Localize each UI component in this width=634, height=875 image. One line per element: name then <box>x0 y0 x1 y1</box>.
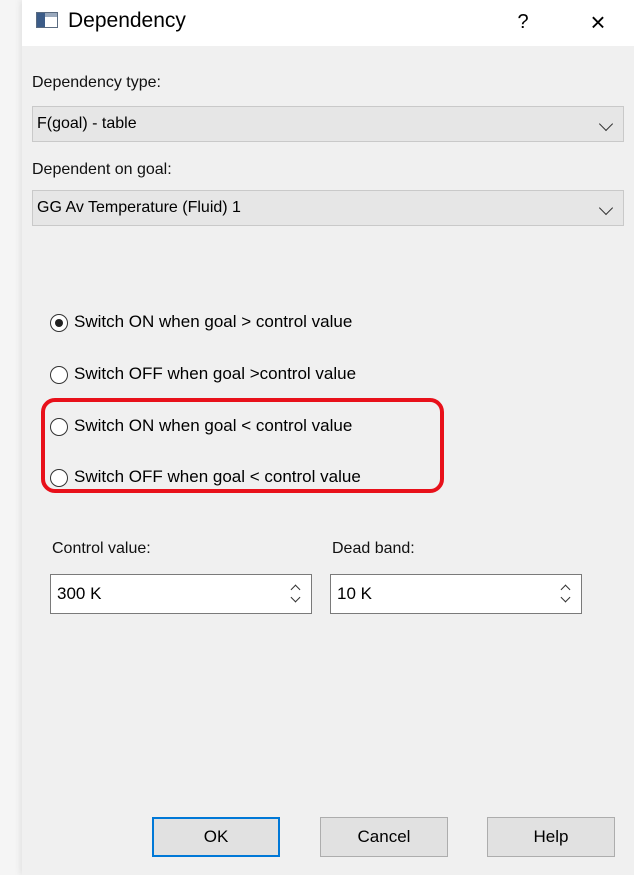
dependent-goal-value: GG Av Temperature (Fluid) 1 <box>37 199 241 216</box>
control-value-input[interactable]: 300 K <box>57 584 101 604</box>
cancel-button[interactable]: Cancel <box>320 817 448 857</box>
radio-button-icon[interactable] <box>50 366 68 384</box>
chevron-down-icon <box>598 200 614 216</box>
dependent-goal-select[interactable]: GG Av Temperature (Fluid) 1 <box>32 190 624 226</box>
help-question-button[interactable]: ? <box>506 6 540 38</box>
dead-band-spinbox[interactable]: 10 K <box>330 574 582 614</box>
window-icon <box>36 12 58 28</box>
control-value-label: Control value: <box>52 540 151 557</box>
radio-button-icon[interactable] <box>50 314 68 332</box>
dependency-type-value: F(goal) - table <box>37 115 137 132</box>
radio-label: Switch ON when goal > control value <box>74 312 353 331</box>
dependency-dialog: Dependency ? × Dependency type: F(goal) … <box>22 0 634 875</box>
window-title: Dependency <box>68 9 186 32</box>
dependency-type-select[interactable]: F(goal) - table <box>32 106 624 142</box>
dependent-goal-label: Dependent on goal: <box>32 161 172 178</box>
spin-down-icon[interactable] <box>560 592 571 603</box>
control-value-spinbox[interactable]: 300 K <box>50 574 312 614</box>
help-button[interactable]: Help <box>487 817 615 857</box>
spin-arrows-icon[interactable] <box>289 583 303 605</box>
close-button[interactable]: × <box>578 4 618 40</box>
radio-label: Switch OFF when goal >control value <box>74 364 357 383</box>
dead-band-input[interactable]: 10 K <box>337 584 372 604</box>
spin-arrows-icon[interactable] <box>559 583 573 605</box>
highlight-annotation <box>41 398 444 493</box>
ok-button[interactable]: OK <box>152 817 280 857</box>
dead-band-label: Dead band: <box>332 540 415 557</box>
title-bar: Dependency ? × <box>22 0 634 46</box>
dependency-type-label: Dependency type: <box>32 74 161 91</box>
spin-down-icon[interactable] <box>290 592 301 603</box>
chevron-down-icon <box>598 116 614 132</box>
